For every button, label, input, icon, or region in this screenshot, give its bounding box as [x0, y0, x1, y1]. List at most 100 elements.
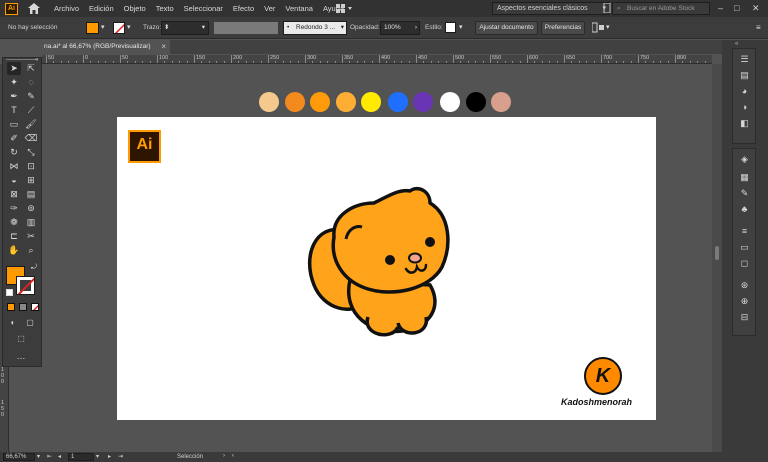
- artboard[interactable]: Ai K Kadoshmenorah: [117, 117, 656, 420]
- arrange-documents-icon[interactable]: [336, 4, 352, 15]
- chevron-down-icon[interactable]: ▾: [37, 453, 40, 460]
- stroke-weight-input[interactable]: ⬍ ▾: [161, 21, 209, 35]
- eraser-tool-icon[interactable]: ⌫: [24, 132, 38, 145]
- previous-artboard-icon[interactable]: ◂: [58, 453, 61, 460]
- stroke-swatch[interactable]: [113, 22, 125, 34]
- chevron-left-icon[interactable]: ‹: [232, 453, 234, 459]
- libraries-panel-icon[interactable]: ▤: [738, 69, 751, 81]
- edit-toolbar-icon[interactable]: …: [14, 350, 28, 363]
- stock-search-input[interactable]: ⌕ Buscar en Adobe Stock: [612, 2, 710, 15]
- line-tool-icon[interactable]: ⟋: [24, 104, 38, 117]
- artboard-number-input[interactable]: 1: [68, 453, 94, 461]
- shaper-tool-icon[interactable]: ✐: [7, 132, 21, 145]
- scrollbar-thumb[interactable]: [715, 246, 719, 260]
- opacity-input[interactable]: 100% ›: [380, 21, 420, 35]
- default-colors-icon[interactable]: [6, 289, 13, 296]
- minimize-icon[interactable]: –: [718, 3, 723, 13]
- stroke-panel-icon[interactable]: ≡: [738, 225, 751, 237]
- pen-tool-icon[interactable]: ✒: [7, 90, 21, 103]
- swap-icon[interactable]: ⤾: [31, 264, 37, 272]
- graph-tool-icon[interactable]: ▥: [24, 216, 38, 229]
- menu-ventana[interactable]: Ventana: [285, 4, 313, 13]
- chevron-down-icon[interactable]: ▾: [606, 23, 610, 31]
- stepper-icon[interactable]: ⬍: [164, 22, 169, 34]
- next-artboard-icon[interactable]: ▸: [108, 453, 111, 460]
- gradient-tool-icon[interactable]: ▤: [24, 188, 38, 201]
- draw-mode-icon[interactable]: ◐: [6, 316, 20, 329]
- color-swatch[interactable]: [388, 92, 408, 112]
- stock-icon[interactable]: [603, 2, 611, 15]
- graphic-styles-panel-icon[interactable]: ⊛: [738, 279, 751, 291]
- preferences-button[interactable]: Preferencias: [541, 21, 585, 35]
- transform-panel-icon[interactable]: ⊕: [738, 295, 751, 307]
- curvature-tool-icon[interactable]: ✎: [24, 90, 38, 103]
- menu-efecto[interactable]: Efecto: [233, 4, 254, 13]
- close-icon[interactable]: ✕: [752, 3, 760, 14]
- horizontal-ruler[interactable]: 50 0 50 100 150 200 250 300 350 400 450 500 550 600 65…: [42, 55, 712, 64]
- symbol-sprayer-tool-icon[interactable]: ❁: [7, 216, 21, 229]
- rectangle-tool-icon[interactable]: ▭: [7, 118, 21, 131]
- lasso-tool-icon[interactable]: ◌: [24, 76, 38, 89]
- chevron-right-icon[interactable]: ›: [223, 453, 225, 459]
- stroke-color-box[interactable]: [16, 276, 35, 295]
- width-tool-icon[interactable]: ⋈: [7, 160, 21, 173]
- color-swatch[interactable]: [440, 92, 460, 112]
- paintbrush-tool-icon[interactable]: 🖌: [24, 118, 38, 131]
- menu-ver[interactable]: Ver: [264, 4, 275, 13]
- color-swatch[interactable]: [361, 92, 381, 112]
- arrange-icon[interactable]: [591, 22, 606, 35]
- vertical-scrollbar[interactable]: [712, 64, 722, 452]
- gradient-mode-icon[interactable]: [19, 303, 27, 311]
- eyedropper-tool-icon[interactable]: ✑: [7, 202, 21, 215]
- screen-mode-toggle-icon[interactable]: ⬚: [14, 332, 28, 345]
- transparency-panel-icon[interactable]: ◻: [738, 257, 751, 269]
- collapse-icon[interactable]: «: [735, 41, 738, 47]
- color-swatch[interactable]: [336, 92, 356, 112]
- hand-tool-icon[interactable]: ✋: [7, 244, 21, 257]
- swatches-panel-icon[interactable]: ▦: [738, 171, 751, 183]
- home-icon[interactable]: [28, 3, 40, 14]
- symbols-panel-icon[interactable]: ♣: [738, 203, 751, 215]
- chevron-down-icon[interactable]: ▾: [459, 23, 463, 31]
- chevron-down-icon[interactable]: ▾: [202, 22, 205, 34]
- menu-texto[interactable]: Texto: [156, 4, 174, 13]
- zoom-select[interactable]: 66,67%: [3, 453, 35, 461]
- type-tool-icon[interactable]: T: [7, 104, 21, 117]
- variable-width-profile[interactable]: [214, 22, 278, 34]
- selection-tool-icon[interactable]: ➤: [7, 62, 21, 75]
- mesh-tool-icon[interactable]: ⊠: [7, 188, 21, 201]
- color-mode-icon[interactable]: [7, 303, 15, 311]
- align-panel-icon[interactable]: ⊟: [738, 311, 751, 323]
- layers-panel-icon[interactable]: ◈: [738, 153, 751, 165]
- panel-menu-icon[interactable]: ≡: [756, 23, 761, 32]
- chevron-down-icon[interactable]: ▾: [101, 23, 105, 31]
- color-swatch[interactable]: [310, 92, 330, 112]
- color-swatch[interactable]: [413, 92, 433, 112]
- document-tab[interactable]: na.ai* al 66,67% (RGB/Previsualizar) ×: [42, 40, 170, 54]
- color-swatch[interactable]: [491, 92, 511, 112]
- color-swatch[interactable]: [285, 92, 305, 112]
- blend-tool-icon[interactable]: ⊚: [24, 202, 38, 215]
- none-mode-icon[interactable]: [31, 303, 39, 311]
- chevron-down-icon[interactable]: ▾: [127, 23, 131, 31]
- close-icon[interactable]: ×: [161, 40, 166, 54]
- screen-mode-icon[interactable]: ▢: [23, 316, 37, 329]
- slice-tool-icon[interactable]: ✂: [24, 230, 38, 243]
- workspace-select[interactable]: Aspectos esenciales clásicos ▾: [492, 2, 610, 15]
- color-panel-icon[interactable]: ◕: [738, 85, 751, 97]
- free-transform-tool-icon[interactable]: ⊡: [24, 160, 38, 173]
- artboard-tool-icon[interactable]: ⊏: [7, 230, 21, 243]
- menu-seleccionar[interactable]: Seleccionar: [184, 4, 223, 13]
- color-swatch[interactable]: [259, 92, 279, 112]
- direct-selection-tool-icon[interactable]: ⇱: [24, 62, 38, 75]
- zoom-tool-icon[interactable]: ⌕: [24, 244, 38, 257]
- menu-archivo[interactable]: Archivo: [54, 4, 79, 13]
- maximize-icon[interactable]: □: [734, 3, 739, 13]
- rotate-tool-icon[interactable]: ↻: [7, 146, 21, 159]
- menu-edicion[interactable]: Edición: [89, 4, 114, 13]
- color-guide-panel-icon[interactable]: ◑: [738, 101, 751, 113]
- first-artboard-icon[interactable]: ⇤: [47, 453, 52, 460]
- document-setup-button[interactable]: Ajustar documento: [475, 21, 538, 35]
- chevron-down-icon[interactable]: ▾: [96, 453, 99, 460]
- shape-builder-tool-icon[interactable]: ◒: [7, 174, 21, 187]
